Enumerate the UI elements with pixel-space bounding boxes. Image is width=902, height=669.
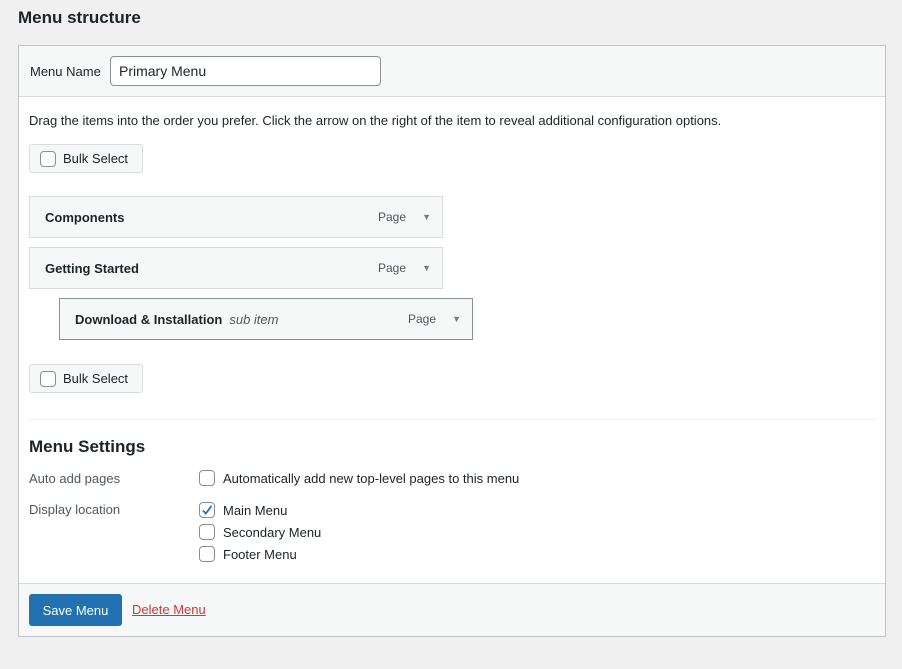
display-location-label: Display location [29,502,121,517]
checkbox[interactable] [40,150,56,167]
option-label: Main Menu [223,502,288,518]
menu-footer: Save Menu Delete Menu [19,583,885,636]
save-menu-button[interactable]: Save Menu [29,594,122,626]
menu-sub-item[interactable]: Download & Installation sub item Page ▼ [59,298,473,340]
menu-item[interactable]: Getting Started Page ▼ [29,247,443,289]
menu-name-label: Menu Name [30,64,101,79]
menu-name-input[interactable]: Primary Menu [110,56,381,86]
checkbox-checked[interactable] [199,502,215,518]
option-label: Automatically add new top-level pages to… [223,470,520,486]
auto-add-option[interactable]: Automatically add new top-level pages to… [199,470,519,486]
item-title: Components [45,209,125,225]
bulk-select-button[interactable]: Bulk Select [29,144,143,173]
chevron-down-icon[interactable]: ▼ [422,263,431,273]
checkbox[interactable] [199,546,215,562]
option-label: Footer Menu [223,546,297,562]
delete-menu-link[interactable]: Delete Menu [132,602,206,617]
sub-item-label: sub item [229,311,279,327]
bulk-select-label: Bulk Select [63,371,129,386]
option-label: Secondary Menu [223,524,322,540]
menu-settings-heading: Menu Settings [29,437,146,456]
checkmark-icon [202,505,213,515]
location-secondary-menu[interactable]: Secondary Menu [199,524,321,540]
item-title: Download & Installation [75,311,223,327]
checkbox[interactable] [199,524,215,540]
item-type: Page [377,261,406,275]
chevron-down-icon[interactable]: ▼ [452,314,461,324]
menu-item[interactable]: Components Page ▼ [29,196,443,238]
chevron-down-icon[interactable]: ▼ [422,212,431,222]
page-title: Menu structure [18,8,141,27]
divider [29,419,877,420]
location-footer-menu[interactable]: Footer Menu [199,546,297,562]
instructions: Drag the items into the order you prefer… [29,113,722,128]
auto-add-label: Auto add pages [29,471,121,486]
bulk-select-button[interactable]: Bulk Select [29,364,143,393]
bulk-select-label: Bulk Select [63,151,129,166]
menu-header: Menu Name Primary Menu [19,46,885,97]
menu-panel: Menu Name Primary Menu Drag the items in… [18,45,886,637]
checkbox[interactable] [40,370,56,387]
location-main-menu[interactable]: Main Menu [199,502,287,518]
item-type: Page [407,312,436,326]
checkbox[interactable] [199,470,215,486]
item-title: Getting Started [45,260,139,276]
item-type: Page [377,210,406,224]
